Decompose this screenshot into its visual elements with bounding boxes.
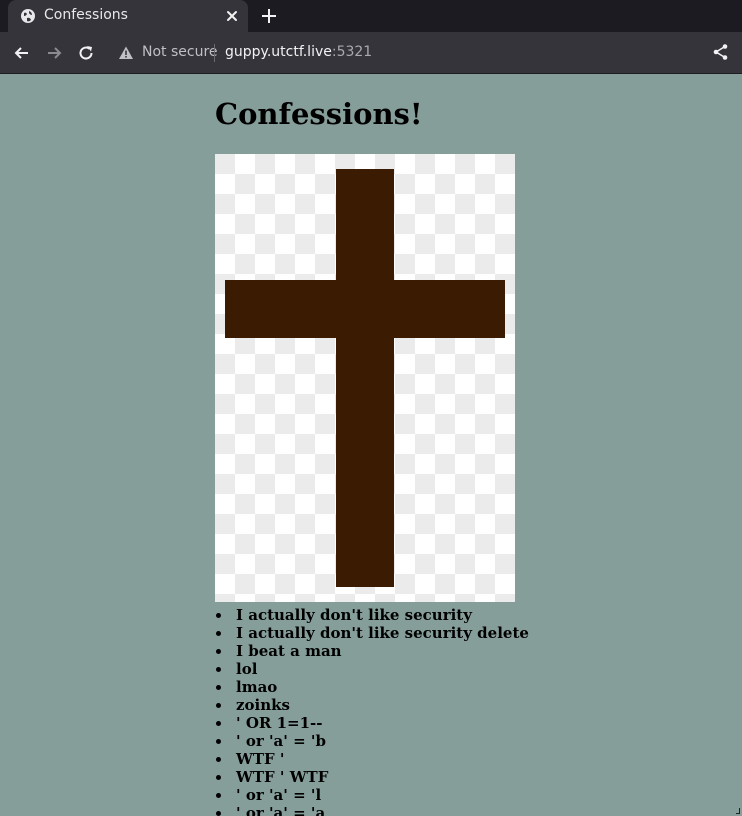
forward-arrow-icon[interactable] bbox=[44, 43, 64, 63]
plus-icon[interactable] bbox=[260, 7, 278, 25]
confessions-list: I actually don't like security I actuall… bbox=[215, 606, 529, 816]
warning-icon[interactable] bbox=[118, 45, 134, 61]
page-content: Confessions! I actually don't like secur… bbox=[215, 74, 735, 816]
address-bar[interactable]: Not secure guppy.utctf.live:5321 bbox=[108, 37, 742, 69]
list-item: ' or 'a' = 'a bbox=[215, 804, 529, 816]
url-port: :5321 bbox=[331, 44, 373, 60]
list-item: ' OR 1=1-- bbox=[215, 714, 529, 732]
list-item: WTF ' WTF bbox=[215, 768, 529, 786]
reload-icon[interactable] bbox=[76, 43, 96, 63]
list-item: WTF ' bbox=[215, 750, 529, 768]
list-item: ' or 'a' = 'b bbox=[215, 732, 529, 750]
globe-icon bbox=[21, 9, 35, 23]
share-icon[interactable] bbox=[712, 43, 730, 61]
list-item: lol bbox=[215, 660, 529, 678]
page-title: Confessions! bbox=[215, 97, 423, 131]
security-label[interactable]: Not secure bbox=[142, 44, 218, 60]
tab-strip: Confessions bbox=[0, 0, 742, 32]
url-host: guppy.utctf.live bbox=[225, 44, 332, 60]
resize-grip[interactable] bbox=[736, 808, 740, 814]
list-item: zoinks bbox=[215, 696, 529, 714]
list-item: ' or 'a' = 'l bbox=[215, 786, 529, 804]
url-divider bbox=[214, 44, 215, 62]
list-item: I beat a man bbox=[215, 642, 529, 660]
list-item: I actually don't like security delete bbox=[215, 624, 529, 642]
tab-title: Confessions bbox=[44, 7, 128, 23]
cross-image bbox=[215, 154, 515, 602]
tab-confessions[interactable]: Confessions bbox=[8, 0, 248, 32]
browser-toolbar: Not secure guppy.utctf.live:5321 bbox=[0, 32, 742, 74]
close-icon[interactable] bbox=[224, 8, 240, 24]
back-arrow-icon[interactable] bbox=[12, 43, 32, 63]
list-item: lmao bbox=[215, 678, 529, 696]
url-text[interactable]: guppy.utctf.live:5321 bbox=[225, 44, 372, 60]
list-item: I actually don't like security bbox=[215, 606, 529, 624]
